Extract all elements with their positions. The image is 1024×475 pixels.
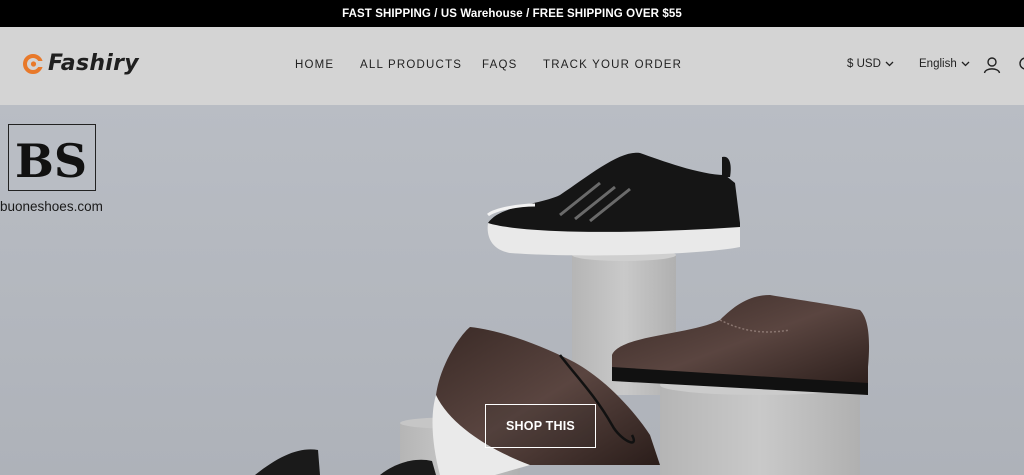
shop-this-button[interactable]: SHOP THIS: [485, 404, 596, 448]
currency-label: $ USD: [847, 58, 881, 70]
watermark-logo: BS: [8, 124, 96, 191]
nav-item-faqs[interactable]: FAQS: [482, 59, 517, 71]
site-header: Fashiry HOME ALL PRODUCTS FAQS TRACK YOU…: [0, 27, 1024, 105]
announcement-text: FAST SHIPPING / US Warehouse / FREE SHIP…: [342, 7, 682, 20]
bs-logo-text: BS: [15, 134, 87, 188]
search-icon[interactable]: [1018, 56, 1024, 74]
language-label: English: [919, 58, 957, 70]
chevron-down-icon: [885, 61, 894, 67]
language-selector[interactable]: English: [919, 58, 970, 70]
nav-item-track-order[interactable]: TRACK YOUR ORDER: [543, 59, 682, 71]
currency-selector[interactable]: $ USD: [847, 58, 894, 70]
bs-logo-icon: BS: [15, 134, 87, 188]
user-icon[interactable]: [983, 56, 1001, 74]
watermark-url: buoneshoes.com: [0, 199, 103, 214]
announcement-bar: FAST SHIPPING / US Warehouse / FREE SHIP…: [0, 0, 1024, 27]
hero-banner[interactable]: BS buoneshoes.com SHOP THIS: [0, 105, 1024, 475]
nav-item-home[interactable]: HOME: [295, 59, 334, 71]
nav-item-all-products[interactable]: ALL PRODUCTS: [360, 59, 462, 71]
chevron-down-icon: [961, 61, 970, 67]
